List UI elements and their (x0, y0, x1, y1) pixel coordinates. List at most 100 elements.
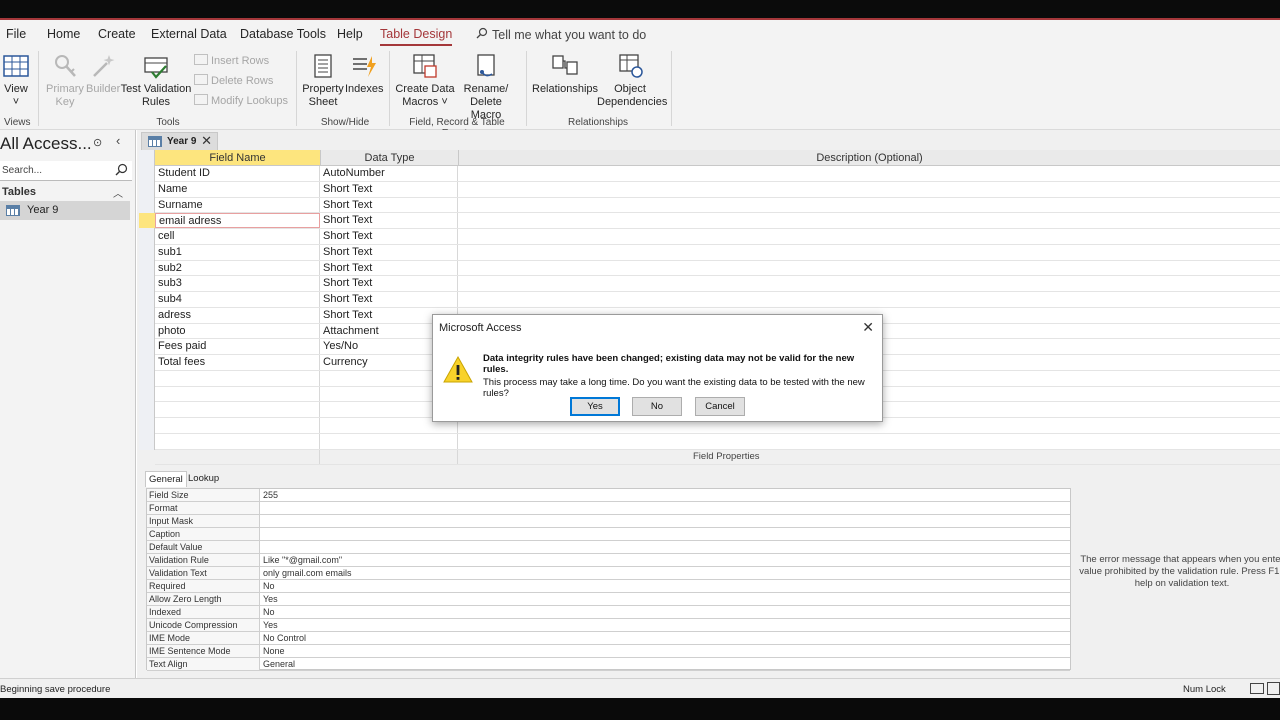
table-row[interactable]: Surname Short Text (155, 197, 1280, 214)
data-type-cell[interactable]: Short Text (320, 213, 458, 228)
tab-lookup[interactable]: Lookup (185, 471, 222, 486)
field-name-cell[interactable]: Surname (155, 197, 320, 213)
row-selector[interactable] (139, 324, 155, 339)
row-selector[interactable] (139, 229, 155, 244)
table-row[interactable]: Name Short Text (155, 181, 1280, 198)
menu-table-design[interactable]: Table Design (380, 27, 453, 46)
indexes-button[interactable]: Indexes (345, 52, 384, 96)
data-type-cell[interactable]: Short Text (320, 229, 458, 244)
nav-title[interactable]: All Access... (0, 134, 92, 154)
property-value[interactable]: No Control (260, 632, 309, 644)
close-icon[interactable]: ✕ (201, 133, 212, 149)
create-data-macros-button[interactable]: Create Data Macros ˅ (395, 52, 455, 109)
property-value[interactable] (260, 515, 266, 527)
field-name-cell[interactable]: sub4 (155, 292, 320, 307)
property-value[interactable]: Like "*@gmail.com" (260, 554, 345, 566)
menu-database-tools[interactable]: Database Tools (240, 27, 326, 41)
row-selector[interactable] (139, 308, 155, 323)
row-selector[interactable] (139, 418, 155, 433)
table-row[interactable]: Student ID AutoNumber (155, 166, 1280, 182)
property-row[interactable]: Field Size 255 (147, 489, 1070, 502)
row-selector[interactable] (139, 213, 155, 229)
row-selector[interactable] (139, 450, 155, 465)
property-value[interactable]: only gmail.com emails (260, 567, 355, 579)
relationships-button[interactable]: Relationships (532, 52, 598, 96)
property-row[interactable]: Format (147, 502, 1070, 515)
table-row[interactable]: sub2 Short Text (155, 260, 1280, 277)
table-row[interactable]: email adress Short Text (155, 213, 1280, 229)
property-value[interactable]: Yes (260, 593, 281, 605)
data-type-cell[interactable]: Short Text (320, 276, 458, 291)
property-value[interactable]: Yes (260, 619, 281, 631)
close-icon[interactable]: ✕ (862, 319, 874, 336)
property-value[interactable] (260, 541, 266, 553)
primary-key-button[interactable]: Primary Key (46, 52, 84, 109)
field-name-cell[interactable] (155, 418, 320, 433)
data-type-cell[interactable]: Short Text (320, 292, 458, 307)
data-type-cell[interactable]: Short Text (320, 197, 458, 213)
field-name-cell[interactable] (155, 370, 320, 386)
builder-button[interactable]: Builder (86, 52, 120, 96)
property-row[interactable]: Input Mask (147, 515, 1070, 528)
field-name-cell[interactable]: Student ID (155, 166, 320, 181)
document-tab-year-9[interactable]: Year 9 ✕ (141, 132, 218, 150)
property-value[interactable] (260, 528, 266, 540)
field-name-cell[interactable] (155, 402, 320, 417)
row-selector[interactable] (139, 434, 155, 449)
nav-search-input[interactable]: Search... (0, 161, 132, 181)
property-row[interactable]: Allow Zero Length Yes (147, 593, 1070, 606)
property-row[interactable]: Unicode Compression Yes (147, 619, 1070, 632)
row-selector[interactable] (139, 245, 155, 260)
menu-create[interactable]: Create (98, 27, 136, 41)
insert-rows-button[interactable]: Insert Rows (194, 54, 269, 67)
row-selector[interactable] (139, 355, 155, 370)
field-name-cell[interactable]: sub1 (155, 244, 320, 260)
tab-general[interactable]: General (145, 471, 187, 487)
row-selector[interactable] (139, 371, 155, 386)
data-type-cell[interactable] (320, 433, 458, 449)
property-row[interactable]: Indexed No (147, 606, 1070, 619)
data-type-cell[interactable]: Short Text (320, 181, 458, 197)
row-selector[interactable] (139, 276, 155, 291)
table-row[interactable]: sub3 Short Text (155, 276, 1280, 292)
property-value[interactable]: No (260, 606, 278, 618)
row-selector[interactable] (139, 387, 155, 402)
table-row[interactable]: sub4 Short Text (155, 292, 1280, 308)
data-type-cell[interactable]: AutoNumber (320, 166, 458, 181)
menu-external-data[interactable]: External Data (151, 27, 227, 41)
field-name-cell[interactable]: cell (155, 229, 320, 244)
property-value[interactable]: No (260, 580, 278, 592)
datasheet-view-icon[interactable] (1250, 683, 1264, 694)
field-name-cell[interactable]: sub2 (155, 260, 320, 276)
data-type-cell[interactable]: Short Text (320, 260, 458, 276)
property-row[interactable]: Validation Text only gmail.com emails (147, 567, 1070, 580)
property-row[interactable]: Text Align General (147, 658, 1070, 671)
property-row[interactable]: Required No (147, 580, 1070, 593)
table-row[interactable]: sub1 Short Text (155, 244, 1280, 261)
test-validation-rules-button[interactable]: Test Validation Rules (120, 52, 192, 109)
table-row[interactable] (155, 433, 1280, 450)
view-button[interactable]: View ˅ (2, 52, 30, 109)
no-button[interactable]: No (632, 397, 682, 416)
design-view-icon[interactable] (1267, 682, 1280, 695)
property-row[interactable]: IME Sentence Mode None (147, 645, 1070, 658)
menu-help[interactable]: Help (337, 27, 363, 41)
field-name-cell[interactable]: Fees paid (155, 339, 320, 354)
nav-section-tables[interactable]: Tables (2, 186, 36, 198)
row-selector[interactable] (139, 402, 155, 417)
modify-lookups-button[interactable]: Modify Lookups (194, 94, 288, 107)
delete-rows-button[interactable]: Delete Rows (194, 74, 273, 87)
field-name-cell[interactable]: photo (155, 323, 320, 339)
field-name-cell[interactable]: Name (155, 181, 320, 197)
property-value[interactable]: 255 (260, 489, 281, 501)
nav-collapse-icon[interactable]: ‹ (116, 133, 120, 148)
property-value[interactable]: None (260, 645, 288, 657)
field-name-cell[interactable]: email adress (155, 213, 320, 228)
field-name-cell[interactable] (155, 433, 320, 449)
menu-home[interactable]: Home (47, 27, 80, 41)
nav-menu-dropdown-icon[interactable]: ⊙ (93, 136, 102, 149)
row-selector[interactable] (139, 166, 155, 181)
property-value[interactable]: General (260, 658, 298, 670)
property-row[interactable]: IME Mode No Control (147, 632, 1070, 645)
row-selector[interactable] (139, 261, 155, 276)
